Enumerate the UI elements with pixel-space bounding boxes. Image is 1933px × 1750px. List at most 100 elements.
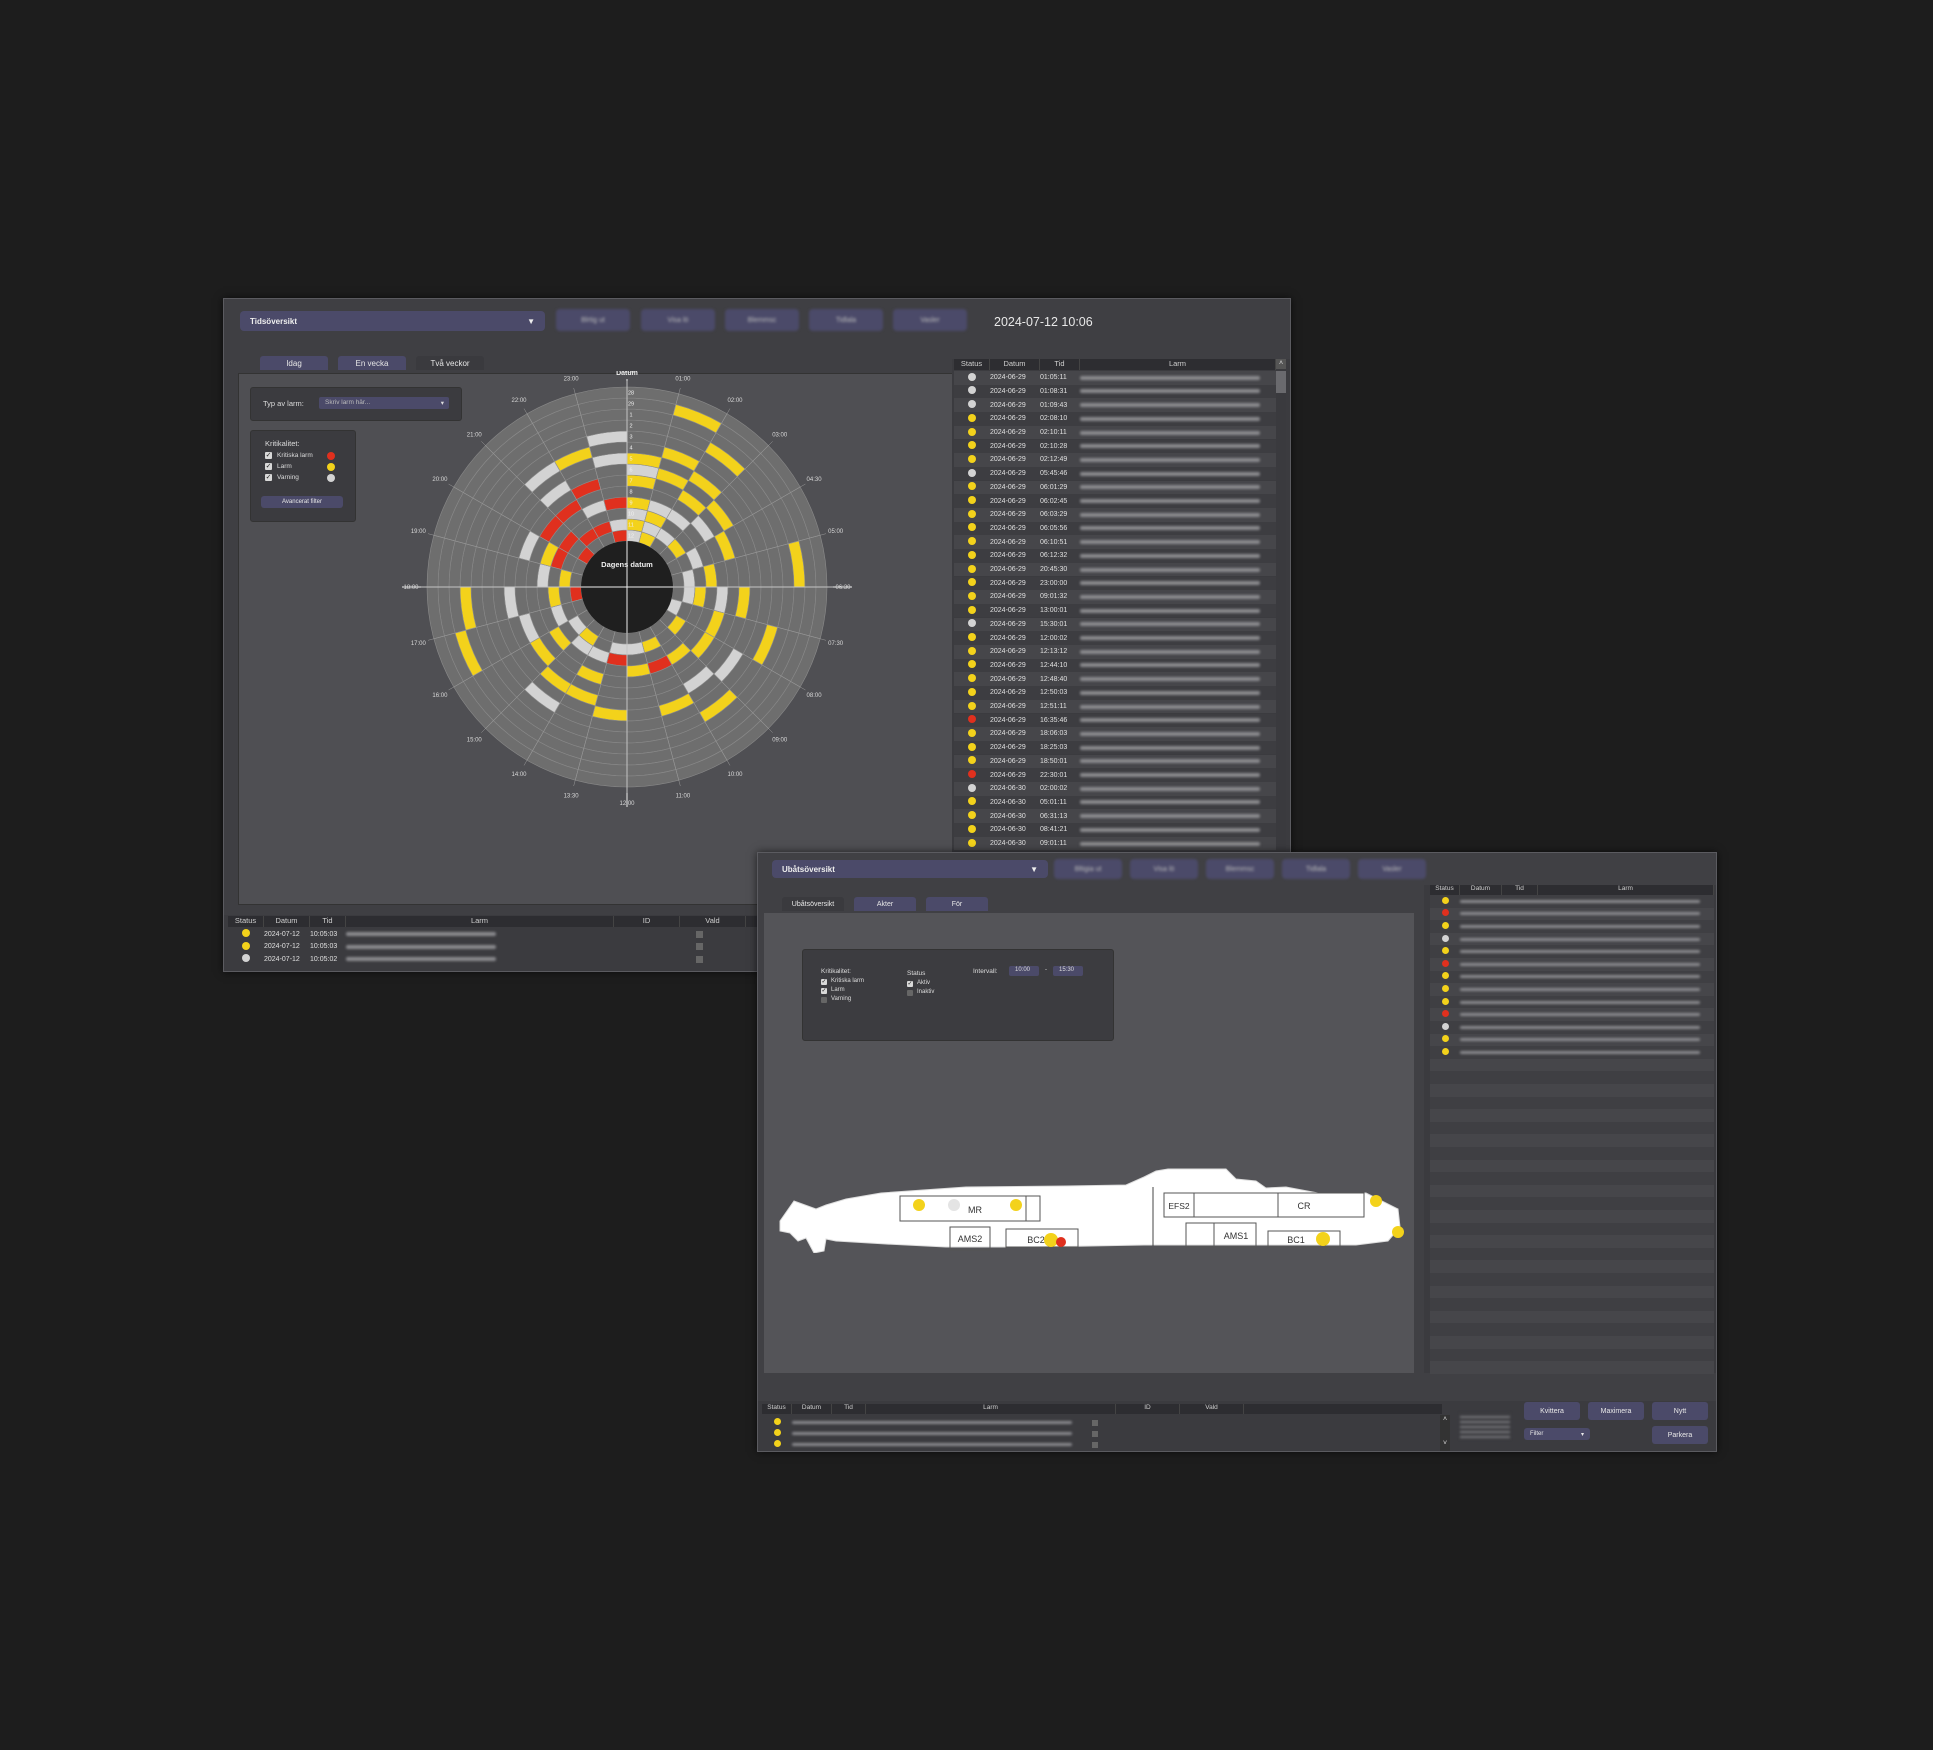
table-row[interactable]	[1430, 1298, 1714, 1311]
table-row[interactable]	[1430, 1210, 1714, 1223]
checkbox-critical[interactable]: ✓	[821, 979, 827, 985]
table-row[interactable]	[1430, 1197, 1714, 1210]
table-row[interactable]: 2024-06-29 23:00:00	[954, 576, 1276, 590]
tab-one-week[interactable]: En vecka	[338, 356, 406, 370]
table-row[interactable]: 2024-06-29 18:06:03	[954, 727, 1276, 741]
table-row[interactable]	[1430, 1285, 1714, 1299]
table-row[interactable]: 2024-06-29 09:01:32	[954, 590, 1276, 604]
table-row[interactable]: 2024-06-29 13:00:01	[954, 603, 1276, 618]
table-row[interactable]: 2024-06-29 06:01:29	[954, 480, 1276, 495]
tab-submarine-overview[interactable]: Ubåtsöversikt	[782, 897, 844, 911]
scroll-down-icon[interactable]: ˅	[1440, 1439, 1450, 1449]
toolbar-button-4[interactable]: Tidlala	[809, 309, 883, 331]
table-row[interactable]	[1430, 932, 1714, 946]
bottom-scrollbar[interactable]: ˄ ˅	[1440, 1415, 1450, 1451]
table-row[interactable]	[1430, 1046, 1714, 1059]
checkbox-alarm[interactable]: ✓	[265, 463, 272, 470]
selected-checkbox[interactable]	[696, 955, 703, 963]
table-row[interactable]: 2024-06-29 16:35:46	[954, 713, 1276, 727]
view-select[interactable]: Ubåtsöversikt ▼	[772, 860, 1048, 878]
table-row[interactable]	[1430, 1222, 1714, 1236]
table-row[interactable]: 2024-06-29 06:05:56	[954, 521, 1276, 536]
table-row[interactable]: 2024-06-29 12:51:11	[954, 699, 1276, 714]
table-row[interactable]: 2024-06-29 02:10:28	[954, 439, 1276, 453]
table-row[interactable]	[1430, 1071, 1714, 1084]
advanced-filter-button[interactable]: Avancerat filter	[261, 496, 343, 508]
table-row[interactable]	[1430, 1323, 1714, 1336]
checkbox-inactive[interactable]	[907, 990, 913, 996]
table-row[interactable]: 2024-06-29 18:50:01	[954, 754, 1276, 769]
table-row[interactable]	[1430, 1310, 1714, 1324]
toolbar-button-3[interactable]: Blemmsc	[1206, 859, 1274, 879]
toolbar-button-5[interactable]: Vasler	[893, 309, 967, 331]
selected-checkbox[interactable]	[1092, 1441, 1098, 1448]
table-row[interactable]	[1430, 1033, 1714, 1047]
table-row[interactable]: 2024-06-30 06:31:13	[954, 809, 1276, 823]
table-row[interactable]	[1430, 1121, 1714, 1135]
checkbox-critical[interactable]: ✓	[265, 452, 272, 459]
table-row[interactable]	[1430, 1058, 1714, 1072]
table-row[interactable]	[1430, 920, 1714, 933]
interval-to-input[interactable]: 15:30	[1053, 966, 1083, 976]
table-row[interactable]	[1430, 1096, 1714, 1110]
table-row[interactable]: 2024-06-29 12:44:10	[954, 658, 1276, 673]
table-row[interactable]	[762, 1428, 1442, 1439]
table-row[interactable]: 2024-06-29 18:25:03	[954, 740, 1276, 755]
table-row[interactable]	[1430, 945, 1714, 958]
table-row[interactable]	[1430, 1184, 1714, 1198]
table-row[interactable]: 2024-06-29 12:00:02	[954, 631, 1276, 645]
table-row[interactable]	[1430, 1172, 1714, 1185]
selected-checkbox[interactable]	[1092, 1419, 1098, 1426]
table-row[interactable]	[1430, 1273, 1714, 1286]
view-select[interactable]: Tidsöversikt ▼	[240, 311, 545, 331]
table-row[interactable]	[1430, 1235, 1714, 1248]
table-row[interactable]: 2024-06-29 15:30:01	[954, 617, 1276, 632]
table-row[interactable]	[1430, 970, 1714, 984]
checkbox-alarm[interactable]: ✓	[821, 988, 827, 994]
table-row[interactable]	[1430, 1361, 1714, 1374]
table-row[interactable]: 2024-06-29 06:10:51	[954, 535, 1276, 549]
selected-checkbox[interactable]	[1092, 1430, 1098, 1437]
table-row[interactable]	[1430, 1247, 1714, 1261]
tab-fore[interactable]: För	[926, 897, 988, 911]
table-row[interactable]	[1430, 1147, 1714, 1160]
table-row[interactable]: 2024-06-29 02:10:11	[954, 425, 1276, 440]
table-row[interactable]	[1430, 958, 1714, 971]
table-row[interactable]: 2024-06-29 02:12:49	[954, 453, 1276, 467]
scroll-up-icon[interactable]: ˄	[1440, 1415, 1450, 1425]
table-row[interactable]	[1430, 983, 1714, 996]
table-row[interactable]	[1430, 895, 1714, 908]
interval-from-input[interactable]: 10:00	[1009, 966, 1039, 976]
table-row[interactable]: 2024-06-30 05:01:11	[954, 795, 1276, 810]
table-row[interactable]	[1430, 1159, 1714, 1173]
table-row[interactable]: 2024-06-30 08:41:21	[954, 823, 1276, 837]
table-row[interactable]	[762, 1417, 1442, 1428]
toolbar-button-1[interactable]: Bltigia ut	[1054, 859, 1122, 879]
checkbox-warning[interactable]	[821, 997, 827, 1003]
tab-two-weeks[interactable]: Två veckor	[416, 356, 484, 370]
scroll-up-icon[interactable]: ˄	[1276, 359, 1286, 369]
table-row[interactable]: 2024-06-29 12:13:12	[954, 645, 1276, 659]
table-row[interactable]: 2024-06-29 06:12:32	[954, 549, 1276, 563]
maximize-button[interactable]: Maximera	[1588, 1402, 1644, 1420]
table-row[interactable]	[1430, 1084, 1714, 1097]
table-row[interactable]: 2024-06-29 02:08:10	[954, 412, 1276, 426]
table-row[interactable]: 2024-06-29 22:30:01	[954, 768, 1276, 782]
selected-checkbox[interactable]	[696, 943, 703, 950]
new-button[interactable]: Nytt	[1652, 1402, 1708, 1420]
table-row[interactable]: 2024-06-30 02:00:02	[954, 782, 1276, 796]
park-button[interactable]: Parkera	[1652, 1426, 1708, 1444]
table-row[interactable]	[1430, 1336, 1714, 1349]
acknowledge-button[interactable]: Kvittera	[1524, 1402, 1580, 1420]
checkbox-active[interactable]: ✓	[907, 981, 913, 987]
table-row[interactable]: 2024-06-29 05:45:46	[954, 466, 1276, 481]
table-row[interactable]: 2024-06-29 01:05:11	[954, 371, 1276, 385]
table-row[interactable]	[1430, 1008, 1714, 1021]
table-row[interactable]	[1430, 1348, 1714, 1362]
filter-select[interactable]: Filter ▾	[1524, 1428, 1590, 1440]
toolbar-button-1[interactable]: Blrtig ut	[556, 309, 630, 331]
toolbar-button-5[interactable]: Vasler	[1358, 859, 1426, 879]
table-row[interactable]: 2024-06-29 06:03:29	[954, 508, 1276, 522]
table-row[interactable]: 2024-06-29 12:48:40	[954, 672, 1276, 686]
toolbar-button-4[interactable]: Tidlala	[1282, 859, 1350, 879]
